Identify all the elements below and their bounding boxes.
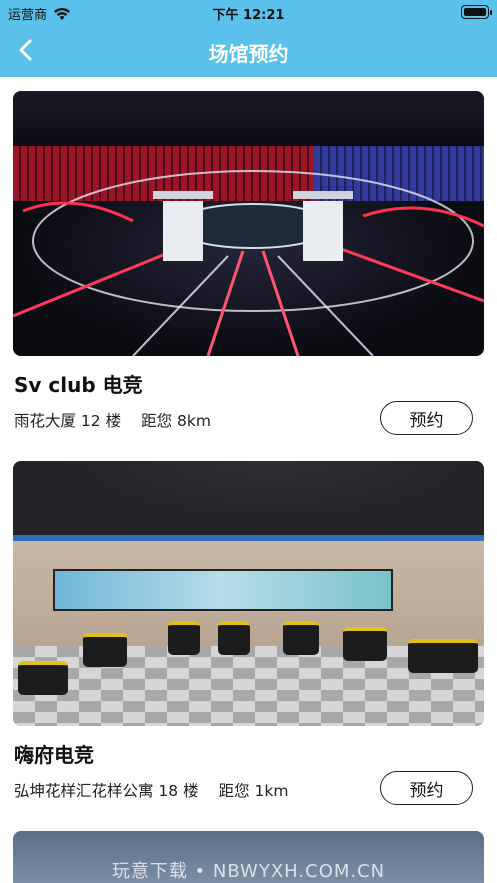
reserve-button[interactable]: 预约 (380, 771, 473, 805)
venue-address: 雨花大厦 12 楼 (14, 412, 122, 430)
venue-card[interactable]: Sv club 电竞 雨花大厦 12 楼 距您 8km 预约 (13, 91, 484, 435)
battery-icon (461, 5, 492, 19)
venue-distance: 距您 8km (141, 412, 211, 430)
venue-photo: 玩意下载 • NBWYXH.COM.CN (13, 831, 484, 883)
page-title: 场馆预约 (208, 42, 289, 66)
venue-photo (13, 91, 484, 356)
clock: 下午 12:21 (212, 8, 285, 23)
venue-card[interactable]: 玩意下载 • NBWYXH.COM.CN (13, 831, 484, 883)
status-bar: 运营商 下午 12:21 (0, 0, 497, 25)
venue-distance: 距您 1km (218, 782, 289, 800)
venue-info: 弘坤花样汇花样公寓 18 楼 距您 1km (14, 779, 288, 801)
reserve-button[interactable]: 预约 (380, 401, 473, 435)
venue-card[interactable]: 嗨府电竞 弘坤花样汇花样公寓 18 楼 距您 1km 预约 (13, 461, 484, 805)
watermark: 玩意下载 • NBWYXH.COM.CN (111, 861, 386, 882)
venue-name: 嗨府电竞 (14, 743, 94, 767)
venue-name: Sv club 电竞 (14, 373, 143, 397)
venue-list: Sv club 电竞 雨花大厦 12 楼 距您 8km 预约 嗨府电竞 弘坤花样… (0, 77, 497, 883)
nav-bar: 场馆预约 (0, 25, 497, 77)
venue-photo (13, 461, 484, 726)
venue-info: 雨花大厦 12 楼 距您 8km (14, 409, 211, 431)
venue-address: 弘坤花样汇花样公寓 18 楼 (14, 782, 199, 800)
